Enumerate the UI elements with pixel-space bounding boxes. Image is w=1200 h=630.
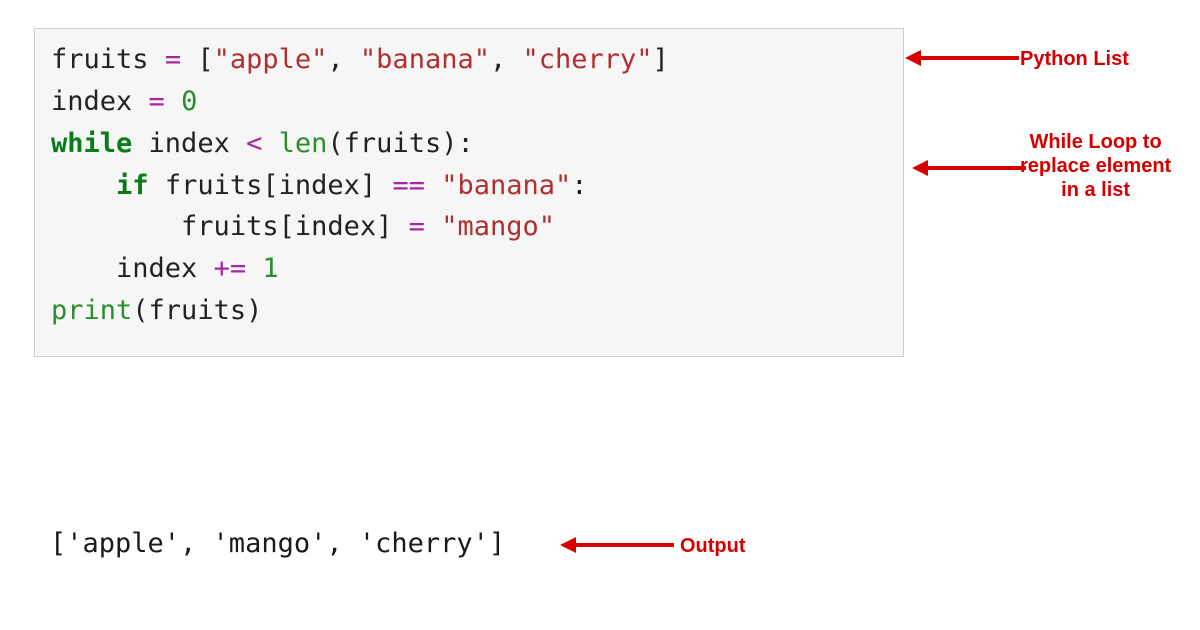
token-var: index: [51, 86, 132, 117]
token-string: "banana": [360, 44, 490, 75]
token-op: =: [409, 211, 425, 242]
annotation-python-list: Python List: [1020, 47, 1129, 71]
token-op: ==: [392, 170, 425, 201]
token-keyword: if: [116, 170, 149, 201]
token-bracket: ]: [653, 44, 669, 75]
token-keyword: while: [51, 128, 132, 159]
token-bracket: [: [197, 44, 213, 75]
stage: fruits = ["apple", "banana", "cherry"] i…: [0, 0, 1200, 630]
code-line-1: fruits = ["apple", "banana", "cherry"]: [51, 39, 887, 81]
code-line-8: print(fruits): [51, 290, 887, 332]
token-string: "apple": [214, 44, 328, 75]
token-string: "mango": [441, 211, 555, 242]
token-string: "banana": [441, 170, 571, 201]
code-block: fruits = ["apple", "banana", "cherry"] i…: [34, 28, 904, 357]
token-builtin: len: [279, 128, 328, 159]
token-number: 0: [181, 86, 197, 117]
token-string: "cherry": [522, 44, 652, 75]
code-line-2: index = 0: [51, 81, 887, 123]
annotation-while-loop: While Loop to replace element in a list: [1020, 130, 1171, 202]
code-line-3: while index < len(fruits):: [51, 123, 887, 165]
token-number: 1: [262, 253, 278, 284]
token-op: +=: [214, 253, 247, 284]
code-line-5: fruits[index] = "mango": [51, 206, 887, 248]
output-text: ['apple', 'mango', 'cherry']: [50, 528, 505, 559]
token-op: =: [149, 86, 165, 117]
token-builtin: print: [51, 295, 132, 326]
token-var: fruits: [51, 44, 149, 75]
token-op: =: [165, 44, 181, 75]
code-line-4: if fruits[index] == "banana":: [51, 165, 887, 207]
annotation-output: Output: [680, 534, 746, 558]
token-op: <: [246, 128, 262, 159]
code-line-6: index += 1: [51, 248, 887, 290]
